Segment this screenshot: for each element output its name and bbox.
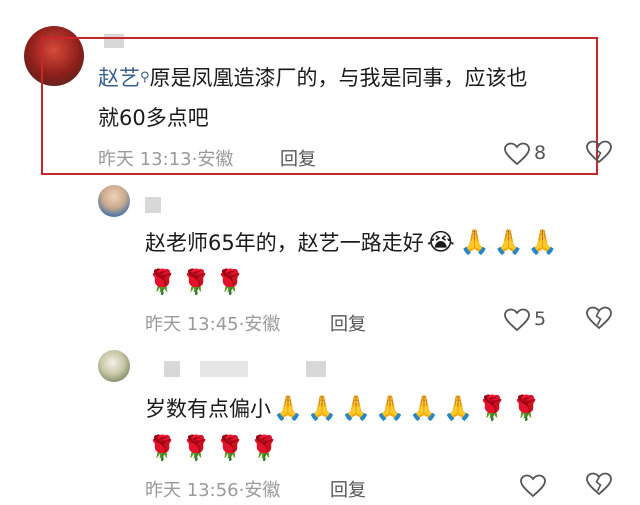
dislike-button[interactable] <box>586 306 614 334</box>
like-count: 5 <box>534 308 547 330</box>
comment-1[interactable]: 赵艺⚲原是凤凰造漆厂的，与我是同事，应该也 就60多点吧 <box>98 58 598 138</box>
pray-emoji: 🙏 <box>459 228 490 256</box>
pray-emoji: 🙏 <box>273 394 303 422</box>
comment-meta: 昨天 13:56·安徽 <box>145 480 281 501</box>
username-mosaic <box>306 361 326 377</box>
search-badge-icon[interactable]: ⚲ <box>140 70 150 85</box>
comment-text: 岁数有点偏小 <box>145 397 271 421</box>
pray-emoji: 🙏 <box>307 394 337 422</box>
rose-emoji: 🌹 <box>181 434 211 462</box>
rose-emoji: 🌹 <box>181 268 211 296</box>
pray-emoji: 🙏 <box>527 228 558 256</box>
broken-heart-icon <box>586 140 612 164</box>
comment-meta: 昨天 13:13·安徽 <box>98 149 234 170</box>
pray-emoji: 🙏 <box>341 394 371 422</box>
comment-location: 安徽 <box>197 149 234 170</box>
comment-location: 安徽 <box>244 314 281 335</box>
username-mosaic <box>200 361 248 377</box>
like-count: 8 <box>534 142 547 164</box>
comment-3[interactable]: 岁数有点偏小🙏 🙏 🙏 🙏 🙏 🙏 🌹 🌹 <box>145 388 625 429</box>
comment-meta: 昨天 13:45·安徽 <box>145 314 281 335</box>
heart-icon <box>504 142 530 166</box>
like-button[interactable]: 8 <box>504 140 554 170</box>
comment-time: 昨天 13:45 <box>145 314 239 335</box>
emoji-row: 🌹 🌹 🌹 🌹 <box>145 428 281 469</box>
like-button[interactable] <box>520 472 550 502</box>
comment-time: 昨天 13:56 <box>145 480 239 501</box>
pray-emoji: 🙏 <box>493 228 524 256</box>
comment-location: 安徽 <box>244 480 281 501</box>
pray-emoji: 🙏 <box>375 394 405 422</box>
rose-emoji: 🌹 <box>249 434 279 462</box>
pray-emoji: 🙏 <box>409 394 439 422</box>
comment-text-line1: 原是凤凰造漆厂的，与我是同事，应该也 <box>149 66 528 90</box>
avatar[interactable] <box>98 350 130 382</box>
rose-emoji: 🌹 <box>147 268 177 296</box>
heart-icon <box>520 474 546 498</box>
username[interactable]: 赵艺 <box>98 66 140 90</box>
rose-emoji: 🌹 <box>147 434 177 462</box>
rose-emoji: 🌹 <box>511 394 541 422</box>
comment-time: 昨天 13:13 <box>98 149 192 170</box>
username-mosaic <box>145 197 161 213</box>
broken-heart-icon <box>586 472 612 496</box>
broken-heart-icon <box>586 306 612 330</box>
emoji-row: 🌹 🌹 🌹 <box>145 262 247 303</box>
comment-text: 赵老师65年的，赵艺一路走好 <box>145 231 424 255</box>
reply-button[interactable]: 回复 <box>330 476 366 502</box>
pray-emoji: 🙏 <box>443 394 473 422</box>
like-button[interactable]: 5 <box>504 306 554 336</box>
username-mosaic <box>164 361 180 377</box>
crying-emoji: 😭 <box>426 228 455 256</box>
reply-button[interactable]: 回复 <box>280 145 316 171</box>
comment-text-line2: 就60多点吧 <box>98 106 209 130</box>
avatar[interactable] <box>98 185 130 217</box>
comment-2[interactable]: 赵老师65年的，赵艺一路走好 😭 🙏 🙏 🙏 <box>145 222 625 263</box>
heart-icon <box>504 308 530 332</box>
reply-button[interactable]: 回复 <box>330 310 366 336</box>
rose-emoji: 🌹 <box>477 394 507 422</box>
rose-emoji: 🌹 <box>215 268 245 296</box>
rose-emoji: 🌹 <box>215 434 245 462</box>
dislike-button[interactable] <box>586 472 614 500</box>
dislike-button[interactable] <box>586 140 614 168</box>
